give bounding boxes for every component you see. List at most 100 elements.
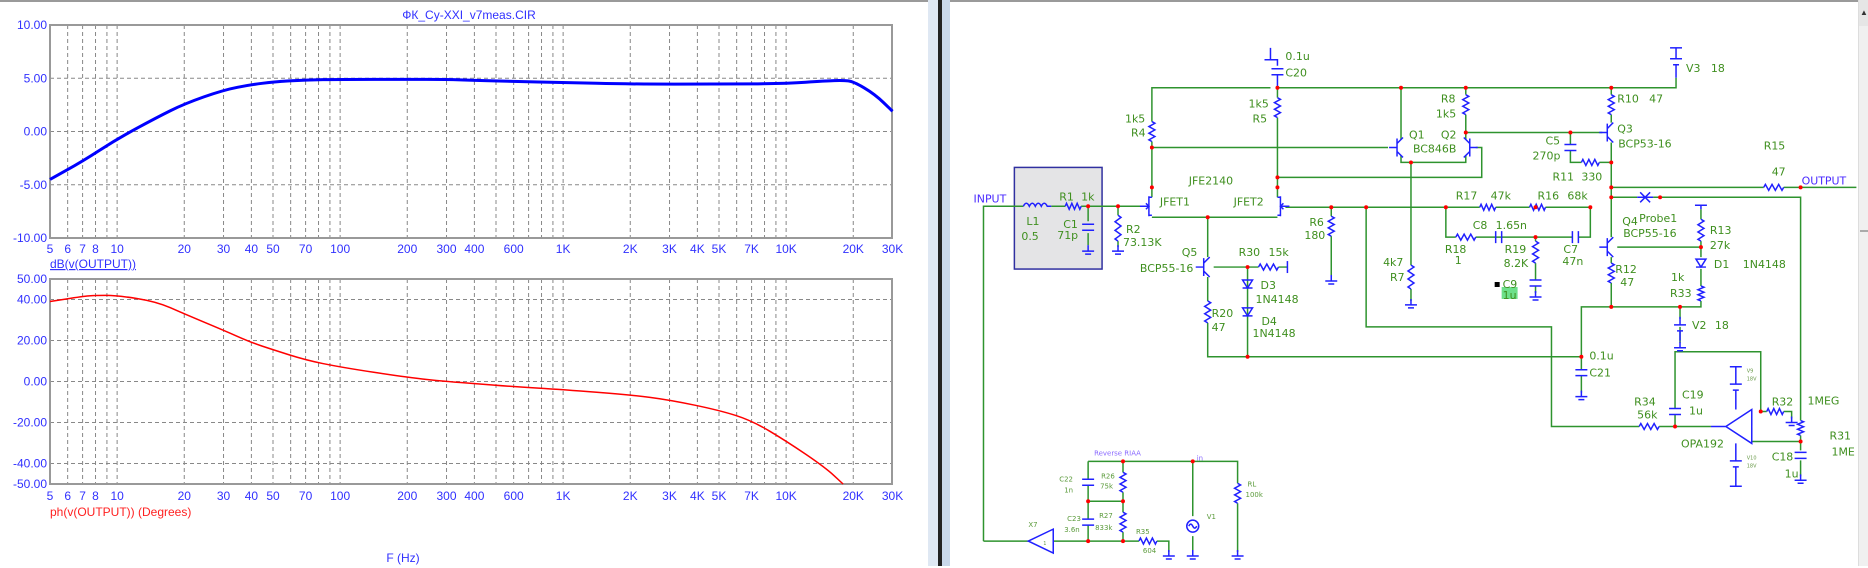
label-r13: R13 <box>1710 224 1732 237</box>
diode-D1[interactable] <box>1696 259 1706 267</box>
ground-icon <box>1674 342 1686 351</box>
label-r7: R7 <box>1390 271 1405 284</box>
label-r18v: 1 <box>1455 254 1462 267</box>
capacitor-C23[interactable] <box>1082 519 1094 525</box>
resistor-R34[interactable] <box>1639 424 1659 430</box>
capacitor-C5[interactable] <box>1564 144 1576 150</box>
scroll-up-arrow-icon[interactable]: ▲ <box>1859 0 1868 26</box>
capacitor-C18[interactable] <box>1795 452 1807 458</box>
capacitor-C7[interactable] <box>1572 231 1578 243</box>
label-v2: V2 <box>1692 319 1706 332</box>
label-r32: R32 <box>1772 396 1794 409</box>
label-r30v: 15k <box>1268 246 1289 259</box>
label-q2: Q2 <box>1441 129 1457 142</box>
resistor-R27[interactable] <box>1120 512 1126 532</box>
label-r31v: 1ME <box>1831 445 1854 458</box>
label-r20: R20 <box>1212 307 1234 320</box>
label-v1: V1 <box>1207 513 1216 521</box>
resistor-R26[interactable] <box>1120 472 1126 492</box>
label-r17: R17 <box>1456 189 1478 202</box>
probe-icon[interactable] <box>1637 192 1653 202</box>
x-tick-label: 2K <box>623 489 638 503</box>
battery-V3[interactable] <box>1670 48 1682 78</box>
magnitude-trace-label[interactable]: dB(v(OUTPUT)) <box>50 257 136 271</box>
resistor-R11[interactable] <box>1581 159 1599 165</box>
buffer-X7[interactable] <box>1028 529 1053 553</box>
label-v9v: 18V <box>1747 377 1757 383</box>
resistor-R15[interactable] <box>1764 184 1784 190</box>
label-output: OUTPUT <box>1802 174 1847 187</box>
label-r35v: 604 <box>1143 547 1157 555</box>
y-tick-label: -50.00 <box>13 477 47 491</box>
resistor-R32[interactable] <box>1767 409 1784 415</box>
resistor-R8[interactable] <box>1463 95 1469 115</box>
schematic-canvas[interactable]: INPUTOUTPUTL10.5R11kC171pR273.13K0.1uC20… <box>950 0 1858 566</box>
resistor-R7[interactable] <box>1408 265 1414 289</box>
pane-splitter[interactable] <box>928 0 950 566</box>
capacitor-C22[interactable] <box>1082 479 1094 485</box>
resistor-R35[interactable] <box>1139 538 1157 544</box>
label-r6: R6 <box>1309 216 1324 229</box>
resistor-R6[interactable] <box>1328 216 1334 236</box>
resistor-R4[interactable] <box>1149 122 1155 142</box>
transistor-Q3[interactable] <box>1599 123 1613 143</box>
label-v10v: 18V <box>1747 463 1757 469</box>
label-c21v: 0.1u <box>1589 350 1613 363</box>
x-tick-label: 5K <box>712 489 727 503</box>
label-c8: C8 <box>1473 219 1488 232</box>
junction-node <box>1364 205 1368 209</box>
capacitor-C19[interactable] <box>1669 409 1681 415</box>
junction-node <box>1464 131 1468 135</box>
x-tick-label: 7 <box>79 489 86 503</box>
x-tick-label: 6 <box>64 489 71 503</box>
label-r5v: 1k5 <box>1249 98 1269 111</box>
x-tick-label: 10 <box>110 489 124 503</box>
battery-V10[interactable] <box>1730 443 1742 486</box>
x-tick-label: 10K <box>775 489 796 503</box>
capacitor-C21[interactable] <box>1575 370 1587 376</box>
resistor-R33[interactable] <box>1698 286 1704 301</box>
label-r7v: 4k7 <box>1383 256 1403 269</box>
label-r26: R26 <box>1101 472 1115 480</box>
junction-node <box>1191 459 1195 463</box>
junction-node <box>1534 235 1538 239</box>
vertical-scrollbar[interactable]: ▲ <box>1858 0 1868 566</box>
x-tick-label: 7K <box>744 242 759 256</box>
x-tick-label: 2K <box>623 242 638 256</box>
label-r11v: 330 <box>1581 170 1602 183</box>
x-tick-label: 30K <box>882 489 903 503</box>
label-r27v: 833k <box>1095 524 1113 532</box>
resistor-R19[interactable] <box>1533 241 1539 263</box>
phase-trace-label[interactable]: ph(v(OUTPUT)) (Degrees) <box>50 505 191 519</box>
resistor-R12[interactable] <box>1608 263 1614 283</box>
transistor-Q5[interactable] <box>1196 257 1210 277</box>
jfet-JFET1[interactable] <box>1140 196 1152 216</box>
y-tick-label: -5.00 <box>20 178 48 192</box>
resistor-RL[interactable] <box>1235 483 1241 503</box>
capacitor-C20[interactable] <box>1271 69 1283 75</box>
resistor-R5[interactable] <box>1274 98 1280 118</box>
jfet-JFET2[interactable] <box>1277 196 1289 216</box>
resistor-R17[interactable] <box>1480 204 1496 210</box>
resistor-R31[interactable] <box>1798 421 1804 436</box>
label-c9v: 1u <box>1503 289 1517 302</box>
label-r16v: 68k <box>1567 189 1588 202</box>
label-d3: D3 <box>1261 279 1276 292</box>
capacitor-C9[interactable] <box>1530 280 1542 286</box>
scroll-thumb[interactable] <box>1860 230 1868 232</box>
selection-handle[interactable] <box>1495 282 1500 287</box>
resistor-R2[interactable] <box>1115 215 1121 241</box>
label-r10: R10 <box>1617 93 1639 106</box>
resistor-R18[interactable] <box>1456 234 1476 240</box>
resistor-R13[interactable] <box>1698 219 1704 241</box>
resistor-R30[interactable] <box>1259 264 1279 270</box>
label-r32v: 1MEG <box>1808 395 1840 408</box>
resistor-R10[interactable] <box>1608 95 1614 115</box>
y-tick-label: 20.00 <box>17 334 47 348</box>
transistor-Q4[interactable] <box>1599 237 1613 257</box>
transistor-Q2[interactable] <box>1464 138 1478 158</box>
label-c7v: 47n <box>1562 255 1583 268</box>
transistor-Q1[interactable] <box>1389 138 1403 158</box>
battery-V9[interactable] <box>1730 367 1742 410</box>
resistor-R20[interactable] <box>1205 301 1211 323</box>
